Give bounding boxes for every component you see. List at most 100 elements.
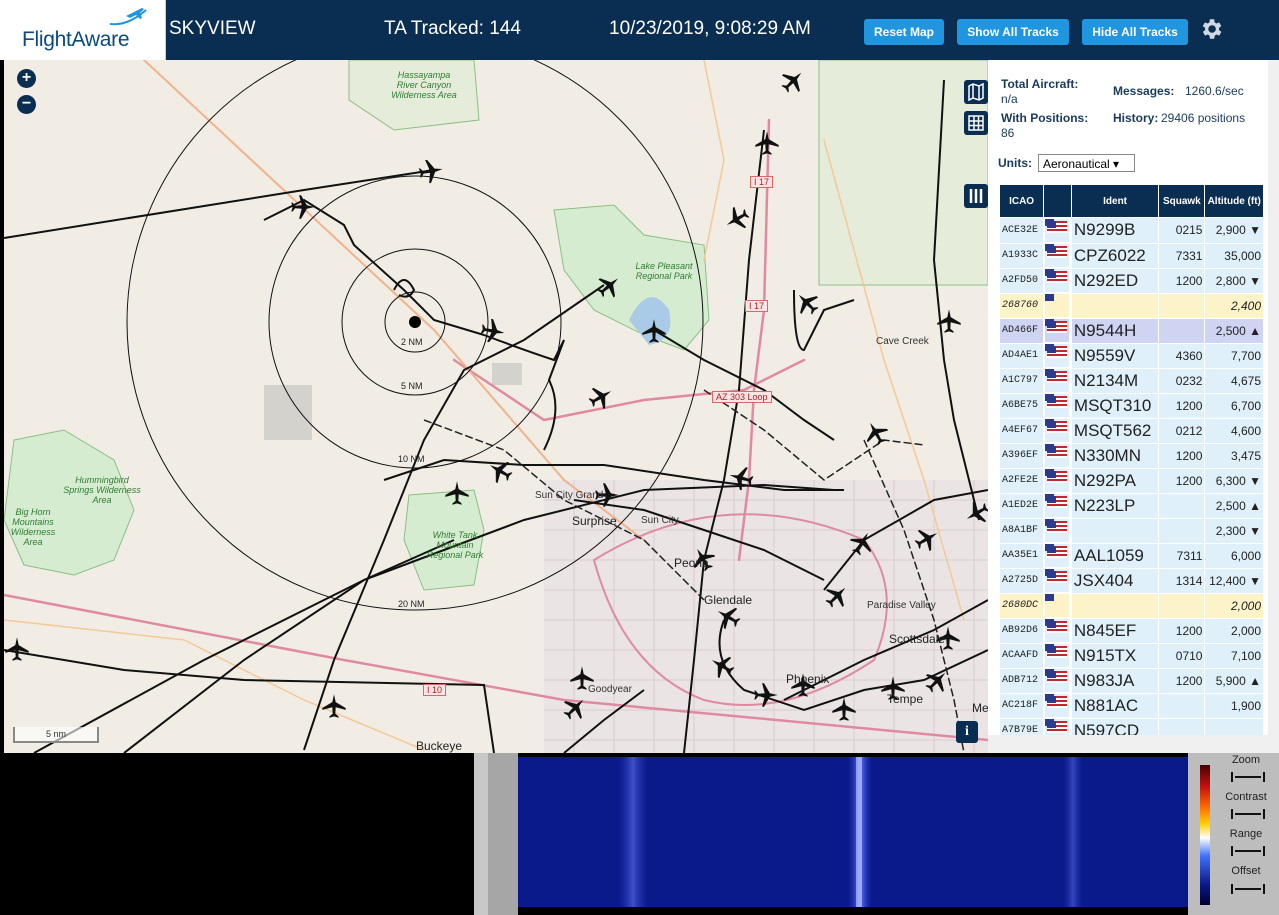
table-row[interactable]: ACE32E N9299B 0215 2,900 ▼ — [998, 217, 1264, 244]
flag-cell — [1044, 568, 1071, 593]
reset-map-button[interactable]: Reset Map — [864, 19, 944, 45]
contrast-control-label: Contrast — [1225, 791, 1267, 803]
table-row[interactable]: A1ED2E N223LP 2,500 ▲ — [998, 492, 1264, 519]
zoom-slider[interactable] — [1231, 772, 1265, 782]
panel-divider — [488, 753, 518, 915]
header-bar: FlightAware SKYVIEW TA Tracked: 144 10/2… — [0, 0, 1279, 60]
altitude-cell: 2,500 ▲ — [1204, 492, 1264, 519]
table-row[interactable]: A2FD50 N292ED 1200 2,800 ▼ — [998, 267, 1264, 294]
gear-icon[interactable] — [1198, 16, 1224, 42]
icao-cell: A2725D — [998, 567, 1045, 594]
ident-cell: N9559V — [1070, 342, 1160, 369]
squawk-cell: 0232 — [1158, 367, 1206, 394]
range-ring-label: 2 NM — [401, 337, 423, 347]
datetime: 10/23/2019, 9:08:29 AM — [609, 18, 811, 39]
waterfall-display[interactable] — [518, 757, 1188, 907]
spectrum-panel: Zoom Contrast Range Offset — [0, 753, 1279, 915]
icao-cell: AB92D6 — [998, 617, 1045, 644]
table-row[interactable]: AB92D6 N845EF 1200 2,000 — [998, 617, 1264, 644]
table-row[interactable]: A396EF N330MN 1200 3,475 — [998, 442, 1264, 469]
table-row[interactable]: A1C797 N2134M 0232 4,675 — [998, 367, 1264, 394]
grid-icon — [968, 115, 984, 131]
ident-cell: N2134M — [1070, 367, 1160, 394]
table-row[interactable]: 2680DC 2,000 — [998, 592, 1264, 619]
icao-cell: ACAAFD — [998, 642, 1045, 669]
us-flag-icon — [1047, 245, 1068, 258]
map-canvas[interactable] — [4, 60, 988, 753]
units-select[interactable]: Aeronautical ▾ — [1038, 154, 1135, 172]
range-ring-label: 10 NM — [398, 454, 425, 464]
flag-cell — [1044, 393, 1071, 418]
table-row[interactable]: A1933C CPZ6022 7331 35,000 — [998, 242, 1264, 269]
table-row[interactable]: ADB712 N983JA 1200 5,900 ▲ — [998, 667, 1264, 694]
place-sun-city: Sun City — [641, 515, 679, 526]
us-flag-icon — [1047, 620, 1068, 633]
col-altitude[interactable]: Altitude (ft) — [1204, 184, 1264, 218]
flag-cell — [1044, 518, 1071, 543]
squawk-cell: 0710 — [1158, 642, 1206, 669]
table-row[interactable]: AC218F N881AC 1,900 — [998, 692, 1264, 719]
panel-divider — [474, 753, 488, 915]
us-flag-icon — [1047, 270, 1068, 283]
col-ident[interactable]: Ident — [1070, 184, 1160, 218]
us-flag-icon — [1047, 220, 1068, 233]
table-row[interactable]: A8A1BF 2,300 ▼ — [998, 517, 1264, 544]
range-ring-label: 5 NM — [401, 381, 423, 391]
icao-cell: A1C797 — [998, 367, 1045, 394]
icao-cell: AA35E1 — [998, 542, 1045, 569]
table-horizontal-scrollbar[interactable] — [988, 735, 1279, 753]
aircraft-sidebar: Total Aircraft: n/a Messages: 1260.6/sec… — [988, 60, 1279, 753]
table-row[interactable]: A2FE2E N292PA 1200 6,300 ▼ — [998, 467, 1264, 494]
table-vertical-scrollbar[interactable] — [1268, 60, 1279, 735]
show-all-tracks-button[interactable]: Show All Tracks — [957, 19, 1069, 45]
map-view[interactable]: Hassayampa River Canyon Wilderness Area … — [4, 60, 988, 753]
info-button[interactable]: i — [956, 721, 978, 743]
place-surprise: Surprise — [572, 514, 617, 528]
altitude-cell: 6,700 — [1204, 392, 1264, 419]
map-layers-button[interactable] — [964, 80, 988, 104]
ident-cell: N881AC — [1070, 692, 1160, 719]
highway-az303: AZ 303 Loop — [712, 391, 772, 403]
ident-cell: N9299B — [1070, 217, 1160, 244]
squawk-cell: 1200 — [1158, 267, 1206, 294]
table-row[interactable]: A4EF67 MSQT562 0212 4,600 — [998, 417, 1264, 444]
zoom-out-button[interactable]: − — [17, 95, 36, 114]
ident-cell: N330MN — [1070, 442, 1160, 469]
table-row[interactable]: AD4AE1 N9559V 4360 7,700 — [998, 342, 1264, 369]
place-tempe: Tempe — [887, 692, 924, 706]
flightaware-logo[interactable]: FlightAware — [0, 0, 166, 60]
table-row[interactable]: ACAAFD N915TX 0710 7,100 — [998, 642, 1264, 669]
col-squawk[interactable]: Squawk — [1158, 184, 1206, 218]
ident-cell: MSQT562 — [1070, 417, 1160, 444]
table-row[interactable]: A2725D JSX404 1314 12,400 ▼ — [998, 567, 1264, 594]
hide-all-tracks-button[interactable]: Hide All Tracks — [1082, 19, 1188, 45]
altitude-cell: 35,000 — [1204, 242, 1264, 269]
flag-cell — [1044, 618, 1071, 643]
squawk-cell: 1200 — [1158, 617, 1206, 644]
col-flag[interactable] — [1043, 184, 1072, 218]
squawk-cell: 1200 — [1158, 467, 1206, 494]
table-row[interactable]: A6BE75 MSQT310 1200 6,700 — [998, 392, 1264, 419]
flag-cell — [1044, 268, 1071, 293]
ident-cell: AAL1059 — [1070, 542, 1160, 569]
grid-toggle-button[interactable] — [964, 111, 988, 135]
table-row[interactable]: 268760 2,400 — [998, 292, 1264, 319]
icao-cell: A1ED2E — [998, 492, 1045, 519]
table-row[interactable]: AD466F N9544H 2,500 ▲ — [998, 317, 1264, 344]
range-control-label: Range — [1229, 828, 1263, 840]
altitude-cell: 6,000 — [1204, 542, 1264, 569]
range-slider[interactable] — [1231, 846, 1265, 856]
col-icao[interactable]: ICAO — [998, 184, 1045, 218]
us-flag-icon — [1047, 345, 1068, 358]
ident-cell: N9544H — [1070, 317, 1160, 344]
zoom-in-button[interactable]: + — [17, 69, 36, 88]
place-hummingbird: Hummingbird Springs Wilderness Area — [63, 475, 141, 505]
offset-slider[interactable] — [1231, 884, 1265, 894]
altitude-cell: 7,100 — [1204, 642, 1264, 669]
icao-cell: ACE32E — [998, 217, 1045, 244]
table-row[interactable]: AA35E1 AAL1059 7311 6,000 — [998, 542, 1264, 569]
altitude-cell: 2,500 ▲ — [1204, 317, 1264, 344]
contrast-slider[interactable] — [1231, 809, 1265, 819]
columns-toggle-button[interactable] — [964, 184, 988, 208]
squawk-cell: 1314 — [1158, 567, 1206, 594]
